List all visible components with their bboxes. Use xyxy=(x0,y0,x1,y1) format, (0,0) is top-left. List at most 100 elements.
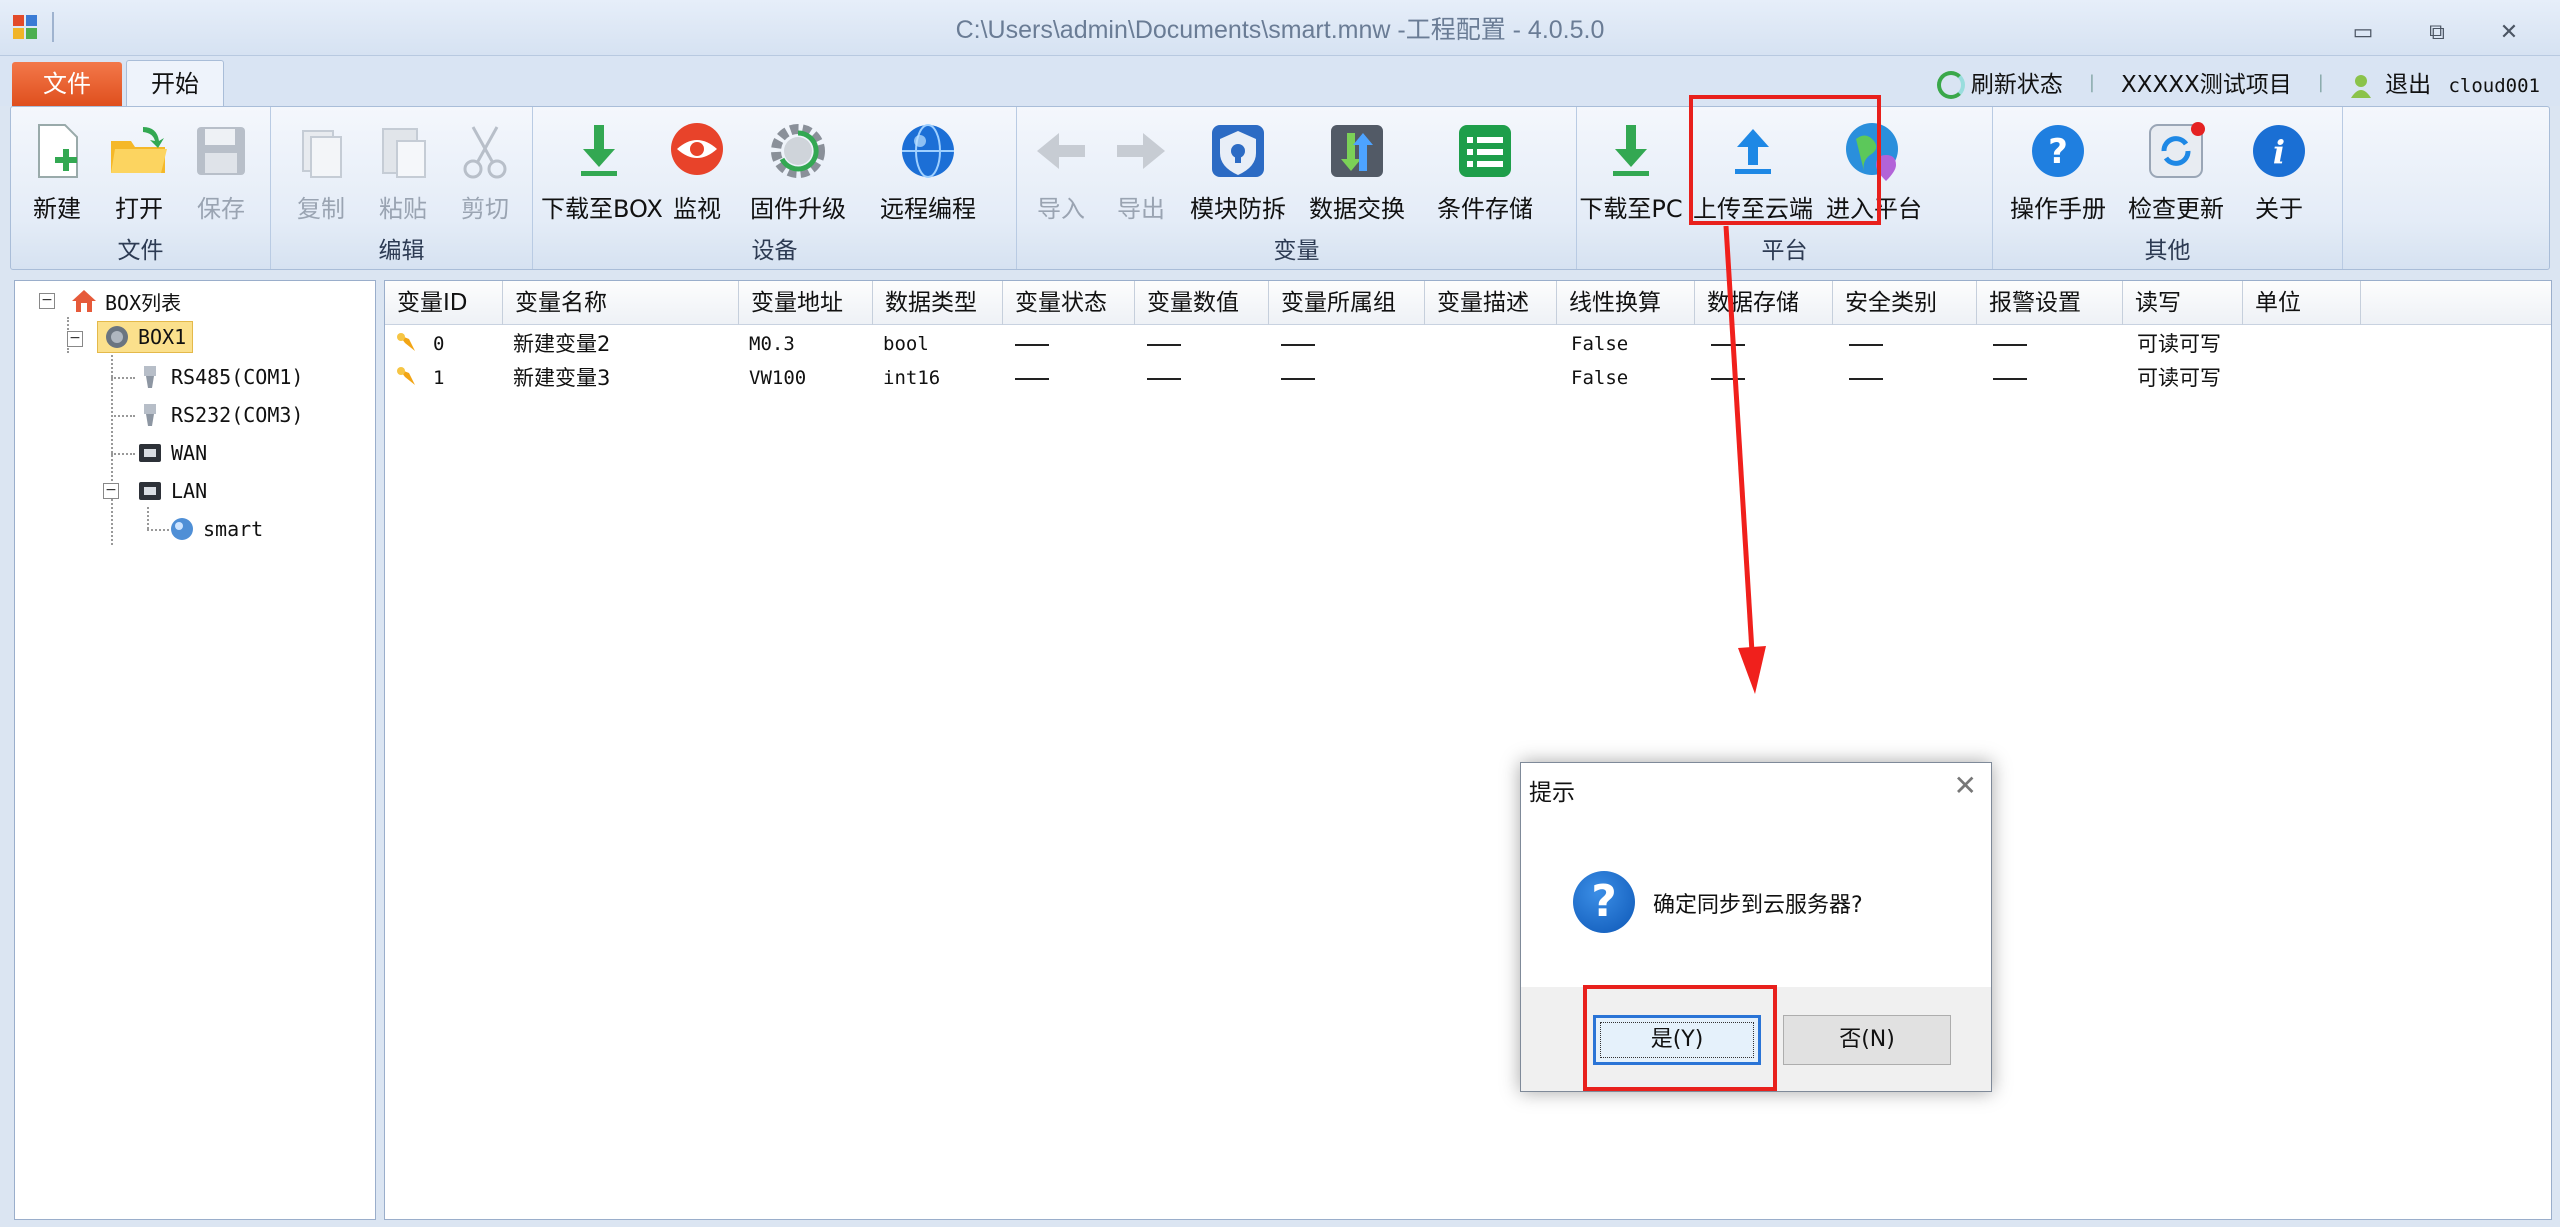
minimize-button[interactable]: ▭ xyxy=(2346,20,2380,46)
group-label-device: 设备 xyxy=(751,238,798,264)
group-device: 下载至BOX 监视 固件升级 远程编程 设备 xyxy=(533,107,1017,269)
open-button[interactable]: 打开 xyxy=(99,113,179,225)
copy-button[interactable]: 复制 xyxy=(281,113,361,225)
firmware-upgrade-label: 固件升级 xyxy=(750,195,846,223)
cell-group xyxy=(1281,327,1315,361)
tree-collapse-lan[interactable]: − xyxy=(103,483,119,499)
globe-icon xyxy=(902,124,954,178)
group-label-variable: 变量 xyxy=(1273,238,1320,264)
dialog-message: 确定同步到云服务器? xyxy=(1653,893,1863,918)
tree-lan[interactable]: LAN xyxy=(137,475,207,507)
dialog-close-icon[interactable]: ✕ xyxy=(1954,769,1977,802)
tree-collapse-root[interactable]: − xyxy=(39,293,55,309)
col-header[interactable]: 变量描述 xyxy=(1425,281,1557,325)
group-label-other: 其他 xyxy=(2144,238,2191,264)
user-manual-button[interactable]: ? 操作手册 xyxy=(2003,113,2113,225)
download-to-box-button[interactable]: 下载至BOX xyxy=(541,113,663,225)
username: cloud001 xyxy=(2448,75,2540,97)
eye-icon xyxy=(671,123,723,175)
download-to-pc-label: 下载至PC xyxy=(1579,195,1683,223)
project-name-link[interactable]: XXXXX测试项目 xyxy=(2121,65,2292,99)
col-header[interactable]: 变量ID xyxy=(385,281,503,325)
col-header[interactable]: 变量名称 xyxy=(503,281,739,325)
shield-lock-icon xyxy=(1212,125,1264,177)
question-icon: ? xyxy=(1573,871,1635,933)
cell-rw: 可读可写 xyxy=(2137,366,2221,390)
col-header[interactable]: 线性换算 xyxy=(1557,281,1695,325)
cell-security xyxy=(1849,327,1883,361)
tree-rs232[interactable]: RS232(COM3) xyxy=(137,399,303,431)
open-folder-icon xyxy=(111,127,167,173)
svg-text:?: ? xyxy=(2048,132,2068,172)
conditional-storage-button[interactable]: 条件存储 xyxy=(1425,113,1545,225)
col-header[interactable]: 读写 xyxy=(2123,281,2243,325)
export-arrow-icon xyxy=(1117,133,1165,169)
col-header[interactable]: 变量所属组 xyxy=(1269,281,1425,325)
save-button[interactable]: 保存 xyxy=(181,113,261,225)
cell-value xyxy=(1147,327,1181,361)
monitor-label: 监视 xyxy=(673,195,721,223)
refresh-status-label: 刷新状态 xyxy=(1970,71,2063,98)
refresh-status-link[interactable]: 刷新状态 xyxy=(1936,65,2063,100)
close-window-button[interactable]: ✕ xyxy=(2492,20,2526,46)
col-header[interactable]: 报警设置 xyxy=(1977,281,2123,325)
tree-rs485[interactable]: RS485(COM1) xyxy=(137,361,303,393)
cell-rw: 可读可写 xyxy=(2137,332,2221,356)
restore-button[interactable]: ⧉ xyxy=(2420,20,2454,46)
table-row[interactable]: 1 新建变量3 VW100 int16 False 可读可写 xyxy=(385,361,2551,395)
no-button[interactable]: 否(N) xyxy=(1783,1015,1951,1065)
header-links: 刷新状态 | XXXXX测试项目 | 退出 cloud001 xyxy=(1936,64,2540,100)
download-to-pc-button[interactable]: 下载至PC xyxy=(1579,113,1683,225)
paste-button[interactable]: 粘贴 xyxy=(363,113,443,225)
tree-root[interactable]: BOX列表 xyxy=(71,285,181,317)
check-update-button[interactable]: 检查更新 xyxy=(2121,113,2231,225)
import-arrow-icon xyxy=(1037,133,1085,169)
tab-file[interactable]: 文件 xyxy=(12,62,122,106)
col-header[interactable]: 安全类别 xyxy=(1833,281,1977,325)
cell-type: int16 xyxy=(883,367,941,389)
tree-collapse-box1[interactable]: − xyxy=(67,331,83,347)
tree-smart-label: smart xyxy=(203,517,264,541)
tree-line xyxy=(111,415,135,417)
monitor-button[interactable]: 监视 xyxy=(657,113,737,225)
group-label-file: 文件 xyxy=(117,238,164,264)
list-icon xyxy=(1459,125,1511,177)
remote-programming-label: 远程编程 xyxy=(880,195,976,223)
cell-storage xyxy=(1711,327,1745,361)
col-header[interactable]: 变量数值 xyxy=(1135,281,1269,325)
cell-alarm xyxy=(1993,327,2027,361)
tree-rs485-label: RS485(COM1) xyxy=(171,365,304,389)
new-button[interactable]: 新建 xyxy=(17,113,97,225)
tree-box1[interactable]: BOX1 xyxy=(97,321,194,353)
col-header[interactable]: 数据存储 xyxy=(1695,281,1833,325)
module-protect-button[interactable]: 模块防拆 xyxy=(1183,113,1293,225)
header-separator: | xyxy=(2088,71,2095,93)
logout-link[interactable]: 退出 cloud001 xyxy=(2350,65,2540,99)
data-exchange-icon xyxy=(1331,125,1383,177)
import-button[interactable]: 导入 xyxy=(1021,113,1101,225)
firmware-upgrade-button[interactable]: 固件升级 xyxy=(739,113,857,225)
about-button[interactable]: i 关于 xyxy=(2239,113,2319,225)
cell-alarm xyxy=(1993,361,2027,395)
export-button[interactable]: 导出 xyxy=(1101,113,1181,225)
title-bar: C:\Users\admin\Documents\smart.mnw -工程配置… xyxy=(0,0,2560,56)
cell-linear: False xyxy=(1571,367,1629,389)
update-refresh-icon xyxy=(2149,122,2205,178)
remote-programming-button[interactable]: 远程编程 xyxy=(863,113,993,225)
col-header[interactable]: 数据类型 xyxy=(873,281,1003,325)
col-header[interactable]: 变量地址 xyxy=(739,281,873,325)
info-icon: i xyxy=(2253,125,2305,177)
paste-label: 粘贴 xyxy=(379,195,427,223)
tab-start[interactable]: 开始 xyxy=(126,60,224,108)
data-exchange-button[interactable]: 数据交换 xyxy=(1301,113,1413,225)
cut-button[interactable]: 剪切 xyxy=(445,113,525,225)
col-header[interactable]: 单位 xyxy=(2243,281,2361,325)
window-title: C:\Users\admin\Documents\smart.mnw -工程配置… xyxy=(955,16,1605,44)
tree-wan[interactable]: WAN xyxy=(137,437,207,469)
table-row[interactable]: 0 新建变量2 M0.3 bool False 可读可写 xyxy=(385,327,2551,361)
tree-smart[interactable]: smart xyxy=(169,513,263,545)
col-header[interactable]: 变量状态 xyxy=(1003,281,1135,325)
import-label: 导入 xyxy=(1037,195,1085,223)
group-file: 新建 打开 保存 文件 xyxy=(11,107,271,269)
box-tree-panel: − BOX列表 − BOX1 RS485(COM1) RS232(COM3) W… xyxy=(14,280,376,1220)
